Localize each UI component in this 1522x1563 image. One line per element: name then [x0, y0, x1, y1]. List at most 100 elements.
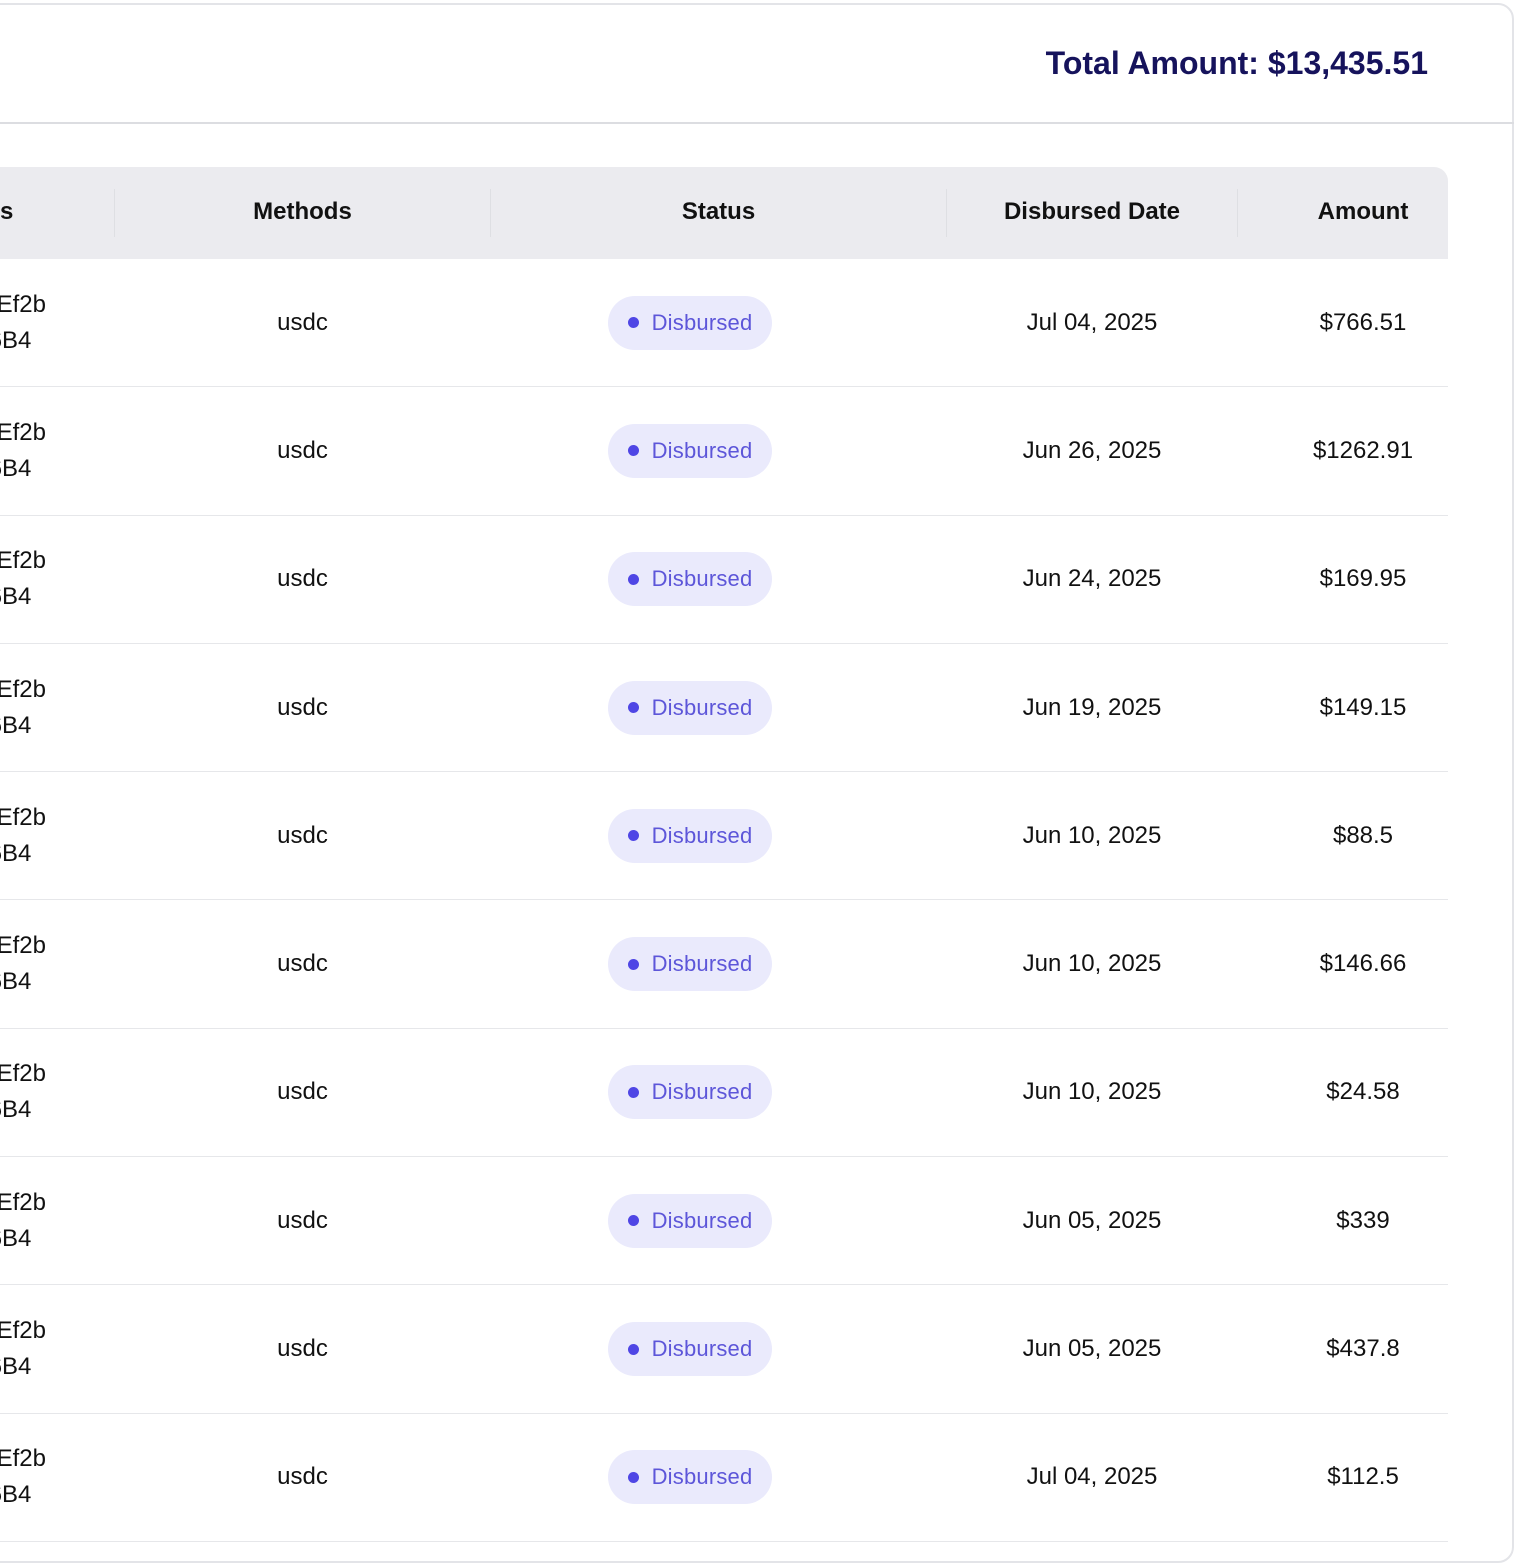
table-row[interactable]: F1bEf2b 716B4 usdc Disbursed Jun 05, 202… [0, 1157, 1448, 1286]
wallet-address-line1: F1bEf2b [0, 1188, 46, 1216]
table-row[interactable]: F1bEf2b 716B4 usdc Disbursed Jul 04, 202… [0, 259, 1448, 388]
method-cell: usdc [114, 1157, 491, 1284]
status-cell: Disbursed [490, 644, 890, 771]
amount-cell: $437.8 [1237, 1285, 1489, 1412]
wallet-address-line2: 716B4 [0, 839, 32, 867]
amount-value: $24.58 [1326, 1078, 1400, 1106]
method-cell: usdc [114, 259, 491, 386]
method-value: usdc [277, 950, 328, 978]
amount-value: $88.5 [1332, 821, 1394, 849]
disbursements-table: s Methods Status Disbursed Date Amount F… [0, 167, 1448, 1542]
wallet-address-line1: F1bEf2b [0, 803, 46, 831]
card-header: Total Amount: $13,435.51 [0, 5, 1514, 124]
wallet-address-line1: F1bEf2b [0, 932, 46, 960]
status-badge: Disbursed [607, 1065, 773, 1120]
wallet-address-line1: F1bEf2b [0, 418, 46, 446]
status-cell: Disbursed [490, 516, 890, 643]
status-cell: Disbursed [490, 1029, 890, 1156]
wallet-address-line2: 716B4 [0, 711, 32, 739]
status-cell: Disbursed [490, 387, 890, 514]
disbursed-date-value: Jun 19, 2025 [1022, 693, 1162, 721]
method-cell: usdc [114, 516, 491, 643]
method-value: usdc [277, 565, 328, 593]
wallet-address-cell: F1bEf2b 716B4 [0, 644, 46, 771]
method-cell: usdc [114, 644, 491, 771]
method-value: usdc [277, 1078, 328, 1106]
wallet-address-line2: 716B4 [0, 968, 32, 996]
disbursed-date-cell: Jun 10, 2025 [946, 1029, 1238, 1156]
amount-value: $1262.91 [1312, 436, 1414, 464]
wallet-address-cell: F1bEf2b 716B4 [0, 900, 46, 1027]
method-value: usdc [277, 1335, 328, 1363]
table-row[interactable]: F1bEf2b 716B4 usdc Disbursed Jul 04, 202… [0, 1414, 1448, 1542]
wallet-address-cell: F1bEf2b 716B4 [0, 1285, 46, 1412]
amount-value: $766.51 [1319, 308, 1407, 336]
status-dot-icon [627, 1343, 639, 1355]
amount-cell: $1262.91 [1237, 387, 1489, 514]
status-label: Disbursed [651, 951, 753, 977]
disbursed-date-value: Jun 24, 2025 [1022, 565, 1162, 593]
status-label: Disbursed [651, 1336, 753, 1362]
disbursed-date-value: Jun 10, 2025 [1022, 821, 1162, 849]
disbursed-date-cell: Jun 10, 2025 [946, 772, 1238, 899]
column-header-methods[interactable]: Methods [114, 167, 491, 259]
column-header-status[interactable]: Status [490, 167, 947, 259]
wallet-address-cell: F1bEf2b 716B4 [0, 1029, 46, 1156]
status-badge: Disbursed [607, 1450, 773, 1505]
table-row[interactable]: F1bEf2b 716B4 usdc Disbursed Jun 05, 202… [0, 1285, 1448, 1414]
status-badge: Disbursed [607, 937, 773, 992]
table-row[interactable]: F1bEf2b 716B4 usdc Disbursed Jun 24, 202… [0, 516, 1448, 644]
wallet-address-cell: F1bEf2b 716B4 [0, 516, 46, 643]
disbursed-date-value: Jun 26, 2025 [1022, 436, 1162, 464]
disbursed-date-value: Jun 10, 2025 [1022, 950, 1162, 978]
table-row[interactable]: F1bEf2b 716B4 usdc Disbursed Jun 10, 202… [0, 1029, 1448, 1158]
disbursed-date-cell: Jul 04, 2025 [946, 259, 1238, 386]
disbursed-date-cell: Jun 24, 2025 [946, 516, 1238, 643]
amount-cell: $169.95 [1237, 516, 1489, 643]
method-cell: usdc [114, 900, 491, 1027]
table-row[interactable]: F1bEf2b 716B4 usdc Disbursed Jun 10, 202… [0, 900, 1448, 1029]
status-dot-icon [627, 830, 639, 842]
method-value: usdc [277, 1206, 328, 1234]
disbursements-card: Total Amount: $13,435.51 s Methods Statu… [0, 3, 1514, 1563]
table-row[interactable]: F1bEf2b 716B4 usdc Disbursed Jun 19, 202… [0, 644, 1448, 773]
amount-cell: $146.66 [1237, 900, 1489, 1027]
wallet-address-line2: 716B4 [0, 1481, 32, 1509]
status-dot-icon [627, 445, 639, 457]
wallet-address-cell: F1bEf2b 716B4 [0, 772, 46, 899]
disbursed-date-value: Jul 04, 2025 [1026, 308, 1158, 336]
status-cell: Disbursed [490, 1285, 890, 1412]
status-dot-icon [627, 1086, 639, 1098]
status-label: Disbursed [651, 437, 753, 463]
method-cell: usdc [114, 1285, 491, 1412]
table-row[interactable]: F1bEf2b 716B4 usdc Disbursed Jun 26, 202… [0, 387, 1448, 516]
status-dot-icon [627, 573, 639, 585]
table-row[interactable]: F1bEf2b 716B4 usdc Disbursed Jun 10, 202… [0, 772, 1448, 901]
amount-value: $437.8 [1326, 1335, 1400, 1363]
disbursed-date-cell: Jun 10, 2025 [946, 900, 1238, 1027]
column-header-amount[interactable]: Amount [1237, 167, 1489, 259]
status-badge: Disbursed [607, 295, 773, 350]
status-dot-icon [627, 958, 639, 970]
method-value: usdc [277, 436, 328, 464]
column-header-disbursed-date[interactable]: Disbursed Date [946, 167, 1238, 259]
status-cell: Disbursed [490, 1157, 890, 1284]
status-label: Disbursed [651, 1079, 753, 1105]
amount-cell: $149.15 [1237, 644, 1489, 771]
status-badge: Disbursed [607, 423, 773, 478]
method-value: usdc [277, 821, 328, 849]
status-dot-icon [627, 1215, 639, 1227]
column-header-address[interactable]: s [0, 167, 54, 259]
disbursed-date-cell: Jun 05, 2025 [946, 1157, 1238, 1284]
method-cell: usdc [114, 772, 491, 899]
method-value: usdc [277, 1463, 328, 1491]
disbursed-date-value: Jul 04, 2025 [1026, 1463, 1158, 1491]
amount-cell: $339 [1237, 1157, 1489, 1284]
total-amount: Total Amount: $13,435.51 [1045, 45, 1428, 81]
amount-value: $339 [1336, 1206, 1390, 1234]
amount-cell: $88.5 [1237, 772, 1489, 899]
wallet-address-line2: 716B4 [0, 1224, 32, 1252]
status-badge: Disbursed [607, 1193, 773, 1248]
status-cell: Disbursed [490, 900, 890, 1027]
wallet-address-line1: F1bEf2b [0, 547, 46, 575]
